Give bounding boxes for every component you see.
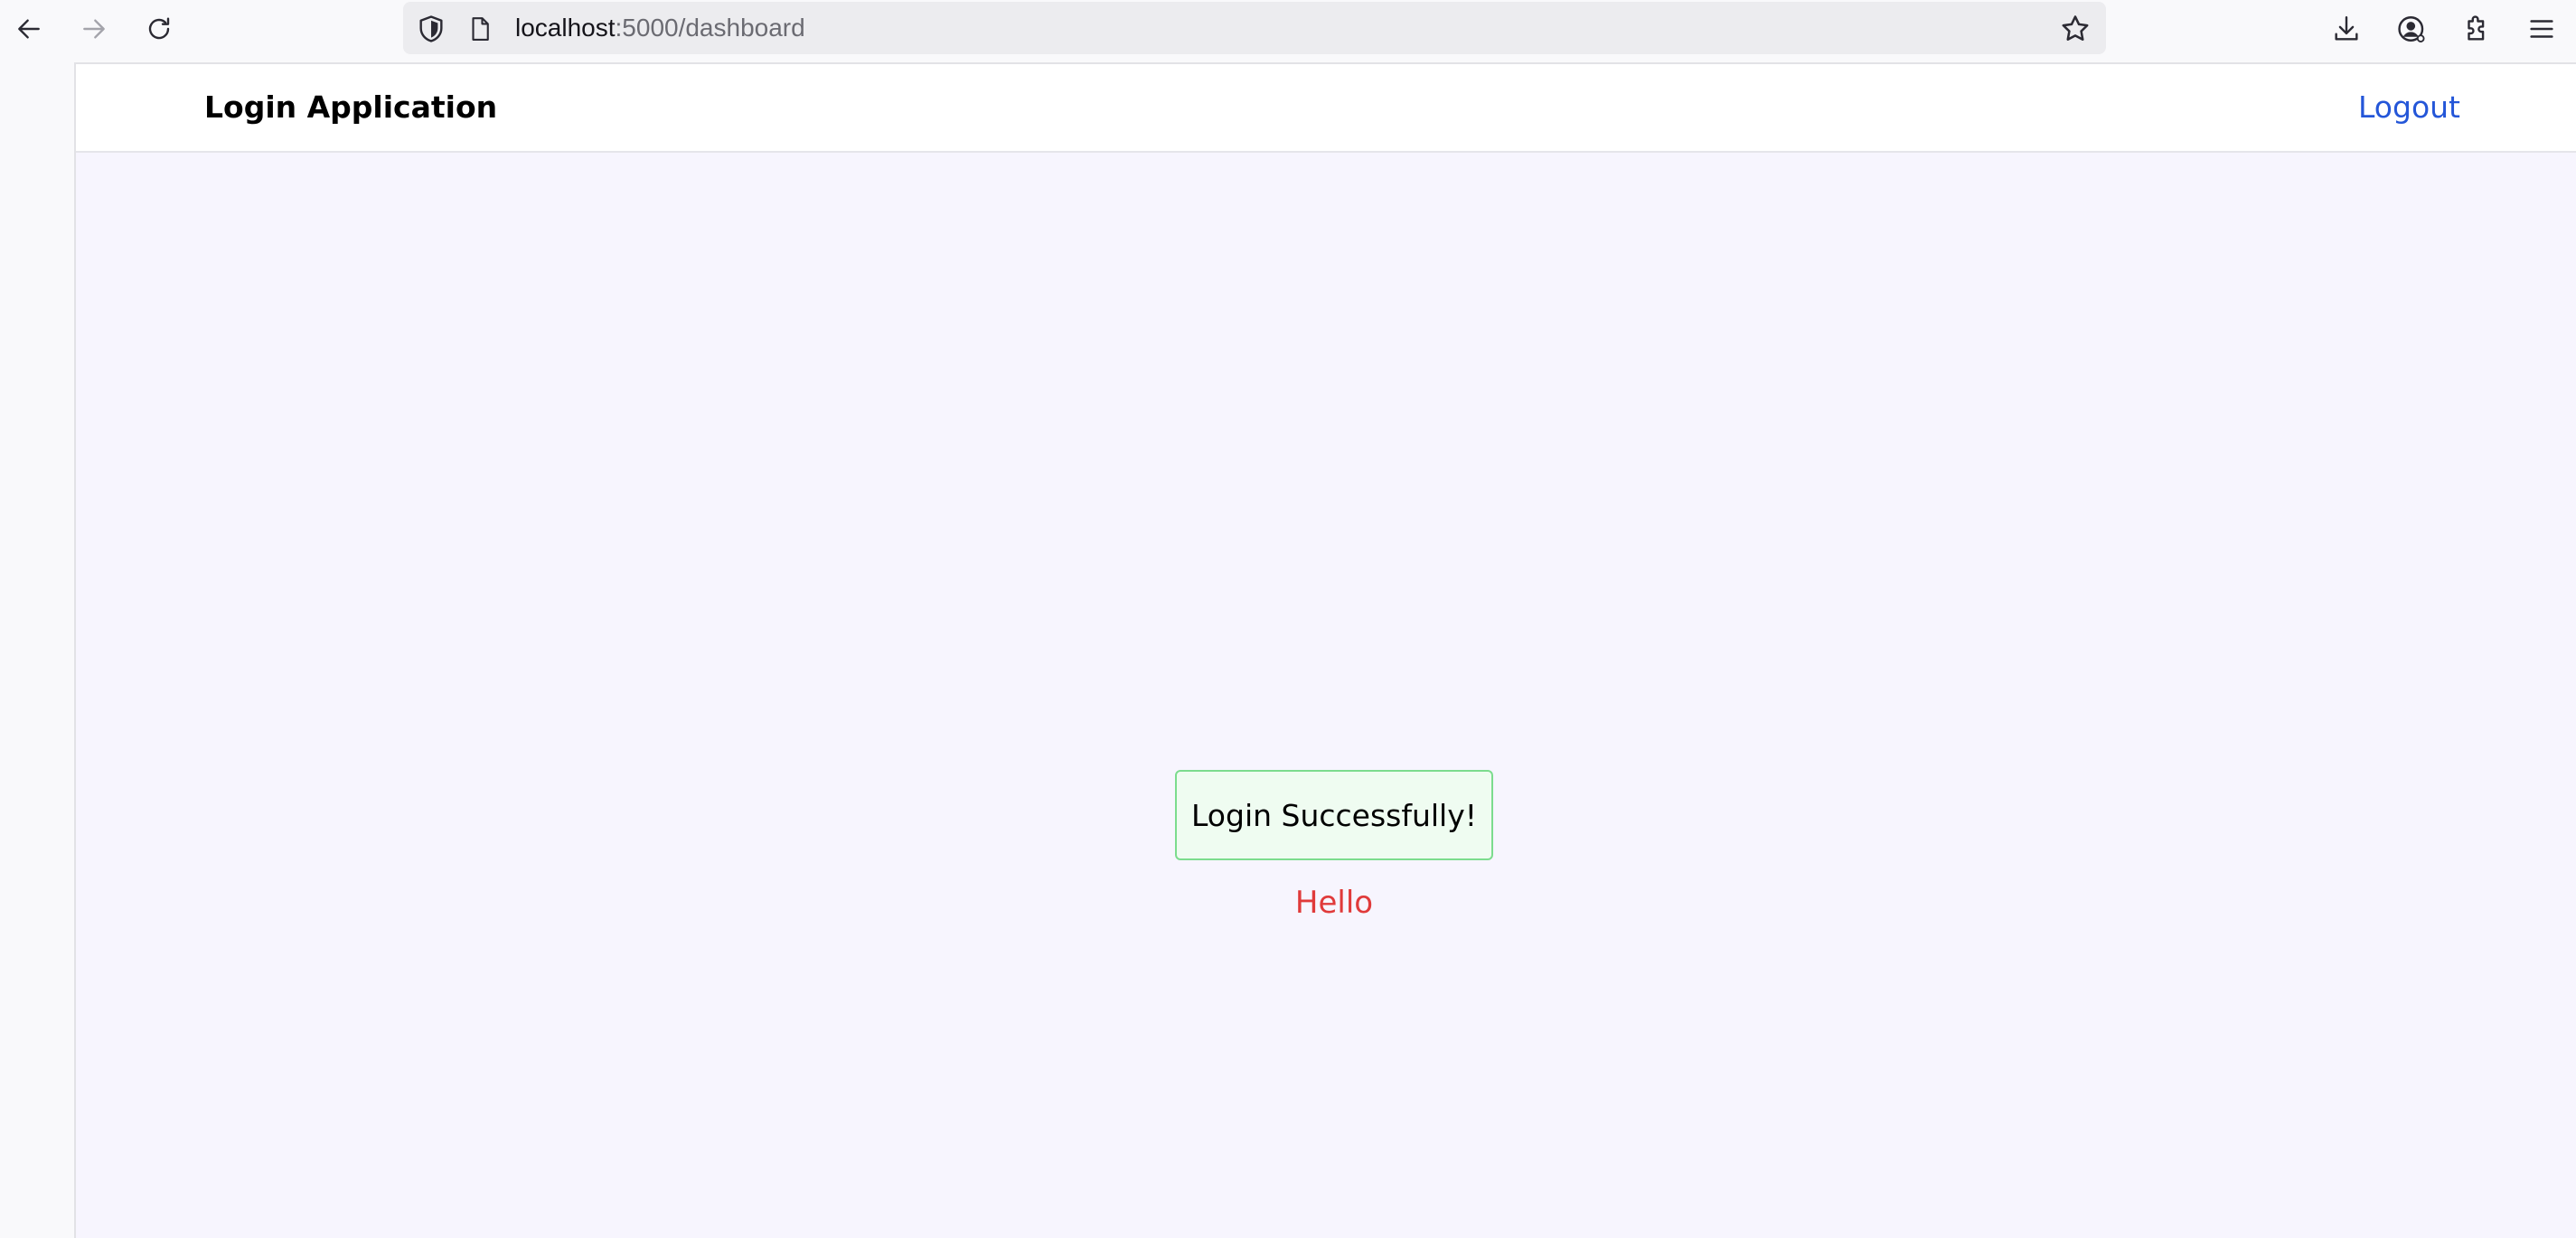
menu-button[interactable]	[2520, 7, 2563, 51]
logout-link[interactable]: Logout	[2358, 64, 2460, 151]
download-icon	[2335, 16, 2358, 41]
url-host: localhost	[515, 14, 616, 42]
success-alert: Login Successfully!	[1175, 770, 1493, 860]
downloads-button[interactable]	[2325, 7, 2368, 51]
back-button[interactable]	[7, 7, 51, 51]
browser-toolbar: localhost:5000/dashboard	[0, 0, 2576, 58]
greeting-text: Hello	[1294, 885, 1374, 921]
star-icon[interactable]	[2059, 13, 2092, 45]
dashboard-main: Login Successfully! Hello	[76, 153, 2576, 1238]
account-button[interactable]	[2390, 7, 2433, 51]
app-navbar: Login Application Logout	[76, 64, 2576, 153]
reload-button[interactable]	[137, 7, 181, 51]
extensions-button[interactable]	[2455, 7, 2498, 51]
toolbar-right	[2325, 7, 2569, 51]
puzzle-icon	[2468, 15, 2485, 41]
page-viewport: Login Application Logout Login Successfu…	[74, 62, 2576, 1238]
url-path: :5000/dashboard	[615, 14, 805, 42]
url-bar[interactable]: localhost:5000/dashboard	[403, 2, 2106, 54]
page-icon[interactable]	[466, 14, 494, 43]
url-text[interactable]: localhost:5000/dashboard	[515, 2, 805, 54]
reload-icon	[148, 17, 170, 40]
hamburger-menu-icon	[2530, 20, 2553, 38]
forward-button[interactable]	[72, 7, 116, 51]
arrow-right-icon	[83, 19, 105, 39]
app-brand: Login Application	[204, 89, 498, 125]
account-icon	[2398, 16, 2425, 42]
arrow-left-icon	[18, 19, 40, 39]
shield-icon[interactable]	[416, 14, 447, 44]
